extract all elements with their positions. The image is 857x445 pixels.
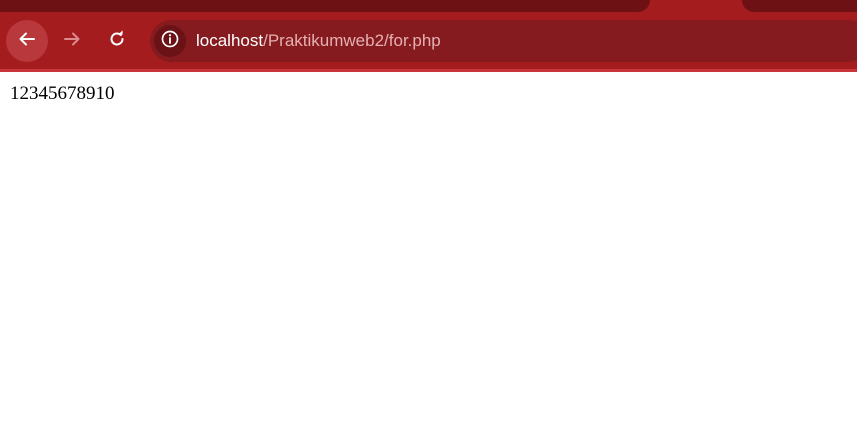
url-host: localhost <box>196 31 264 50</box>
php-output-text: 12345678910 <box>10 83 115 104</box>
browser-chrome: localhost/Praktikumweb2/for.php <box>0 0 857 72</box>
page-content: 12345678910 <box>0 72 857 445</box>
browser-toolbar: localhost/Praktikumweb2/for.php <box>0 14 857 69</box>
arrow-right-icon <box>63 30 81 53</box>
forward-button[interactable] <box>51 20 93 62</box>
browser-tab[interactable] <box>0 0 650 12</box>
reload-button[interactable] <box>96 20 138 62</box>
address-bar[interactable]: localhost/Praktikumweb2/for.php <box>150 20 857 62</box>
site-info-button[interactable] <box>154 25 186 57</box>
url-path: /Praktikumweb2/for.php <box>263 31 441 50</box>
reload-icon <box>108 29 126 53</box>
arrow-left-icon <box>18 30 36 53</box>
back-button[interactable] <box>6 20 48 62</box>
tab-strip <box>0 0 857 14</box>
info-icon <box>161 30 179 53</box>
browser-tab[interactable] <box>742 0 857 12</box>
url-text[interactable]: localhost/Praktikumweb2/for.php <box>196 31 441 51</box>
